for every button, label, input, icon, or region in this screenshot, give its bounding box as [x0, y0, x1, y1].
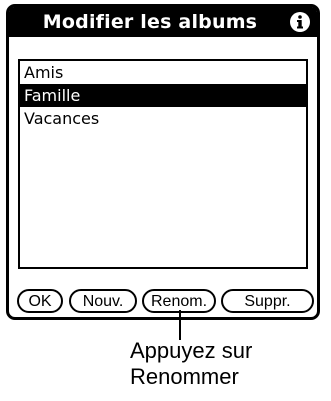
ok-button[interactable]: OK: [17, 289, 63, 313]
info-icon[interactable]: [289, 11, 311, 33]
album-list[interactable]: Amis Famille Vacances: [18, 59, 308, 269]
title-bar: Modifier les albums: [9, 7, 317, 37]
callout-caption: Appuyez sur Renommer: [130, 338, 330, 390]
callout-line-1: Appuyez sur: [130, 338, 253, 363]
callout-line: [179, 310, 181, 340]
new-button[interactable]: Nouv.: [69, 289, 137, 313]
dialog-title: Modifier les albums: [42, 11, 258, 33]
callout-line-2: Renommer: [130, 364, 239, 389]
list-item-famille[interactable]: Famille: [20, 84, 306, 107]
edit-albums-dialog: Modifier les albums Amis Famille Vacance…: [6, 4, 320, 320]
delete-button[interactable]: Suppr.: [221, 289, 314, 313]
button-row: OK Nouv. Renom. Suppr.: [17, 289, 317, 313]
list-item-amis[interactable]: Amis: [20, 61, 306, 84]
list-item-vacances[interactable]: Vacances: [20, 107, 306, 130]
